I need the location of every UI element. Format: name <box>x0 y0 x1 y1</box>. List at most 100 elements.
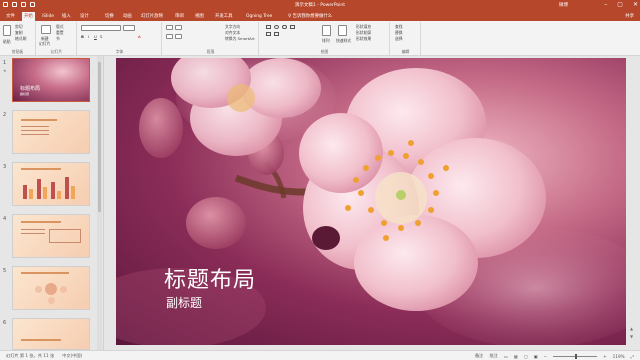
tell-me-search[interactable]: ♀ 告诉我你想要做什么 <box>286 12 334 21</box>
dark-bud <box>312 226 340 250</box>
tab-animations[interactable]: 动画 <box>121 12 134 21</box>
smartart-button[interactable]: 转换为 SmartArt <box>225 36 255 42</box>
rectangle-shape-icon[interactable] <box>266 25 271 29</box>
slide-title[interactable]: 标题布局 <box>164 262 256 294</box>
slide-canvas[interactable]: 标题布局 副标题 <box>116 58 626 345</box>
tab-view[interactable]: 视图 <box>193 12 206 21</box>
animation-star-icon: ★ <box>3 68 7 73</box>
underline-button[interactable]: U <box>94 34 97 39</box>
notes-button[interactable]: 备注 <box>475 353 483 359</box>
window-controls: – ▢ ✕ <box>604 1 638 8</box>
upper-flower <box>171 58 321 156</box>
bud <box>186 197 246 249</box>
tab-design[interactable]: 设计 <box>78 12 91 21</box>
thumbnail-scroll-thumb[interactable] <box>98 62 101 212</box>
slide-scrollbar[interactable]: ▲ ▼ <box>629 56 637 350</box>
language-indicator[interactable]: 中文(中国) <box>62 353 82 359</box>
thumb-subtitle-1: 副标题 <box>20 92 30 96</box>
triangle-shape-icon[interactable] <box>274 32 279 36</box>
bud <box>139 98 183 158</box>
tab-ogning-tree[interactable]: Ogning Tree <box>244 12 274 21</box>
tab-developer[interactable]: 开发工具 <box>213 12 235 21</box>
minimize-button[interactable]: – <box>604 1 607 8</box>
window-title: 演示文稿1 - PowerPoint <box>294 3 346 8</box>
slide-thumbnail-6[interactable] <box>12 318 90 350</box>
group-editing: 查找 替换 选择 编辑 <box>391 22 421 55</box>
reading-view-icon[interactable]: ▢ <box>524 354 528 359</box>
slide-sorter-icon[interactable]: ▦ <box>514 354 518 359</box>
align-center-icon[interactable] <box>175 34 182 39</box>
group-label-editing: 编辑 <box>401 49 410 54</box>
ribbon: 粘贴 剪切 复制 格式刷 剪贴板 新建 幻灯片 版式 重置 节 幻灯片 B I … <box>0 21 640 56</box>
align-left-icon[interactable] <box>166 34 173 39</box>
paste-label[interactable]: 粘贴 <box>3 39 11 45</box>
tab-transitions[interactable]: 切换 <box>103 12 116 21</box>
tab-islide[interactable]: iSlide <box>40 12 56 21</box>
scroll-down-icon[interactable]: ▼ <box>630 334 633 339</box>
slide-subtitle[interactable]: 副标题 <box>166 294 202 311</box>
account-name[interactable]: 微博 <box>559 2 568 8</box>
italic-button[interactable]: I <box>88 34 89 39</box>
line-shape-icon[interactable] <box>290 25 295 29</box>
new-slide-icon[interactable] <box>41 25 51 34</box>
group-drawing: 排列 快速样式 形状填充 形状轮廓 形状效果 绘图 <box>260 22 390 55</box>
rounded-rect-shape-icon[interactable] <box>282 25 287 29</box>
font-name-select[interactable] <box>81 25 121 31</box>
title-bar: 演示文稿1 - PowerPoint 微博 – ▢ ✕ <box>0 0 640 11</box>
arrange-icon[interactable] <box>322 25 331 36</box>
tab-insert[interactable]: 插入 <box>60 12 73 21</box>
zoom-out-button[interactable]: − <box>544 354 548 359</box>
tab-file[interactable]: 文件 <box>4 12 17 21</box>
tab-home[interactable]: 开始 <box>22 12 35 21</box>
zoom-level[interactable]: 119% <box>613 354 625 359</box>
thumb-number-4: 4 <box>3 216 7 222</box>
ribbon-tabs: 文件 开始 iSlide 插入 设计 切换 动画 幻灯片放映 审阅 视图 开发工… <box>0 11 640 21</box>
pistil <box>396 190 406 200</box>
section-button[interactable]: 节 <box>56 36 60 42</box>
zoom-slider[interactable] <box>553 353 598 359</box>
quick-styles-icon[interactable] <box>338 25 347 36</box>
arrow-shape-icon[interactable] <box>266 32 271 36</box>
shadow-button[interactable]: S <box>100 34 102 39</box>
shape-effects-button[interactable]: 形状效果 <box>356 36 371 42</box>
format-painter-button[interactable]: 格式刷 <box>15 36 26 42</box>
zoom-knob[interactable] <box>575 353 578 359</box>
quick-styles-label[interactable]: 快速样式 <box>336 38 351 44</box>
bold-button[interactable]: B <box>81 34 84 39</box>
group-label-font: 字体 <box>115 49 124 54</box>
paste-icon[interactable] <box>3 25 11 36</box>
oval-shape-icon[interactable] <box>274 25 279 29</box>
select-button[interactable]: 选择 <box>395 36 403 42</box>
arrange-label[interactable]: 排列 <box>322 38 330 44</box>
font-size-select[interactable] <box>123 25 135 31</box>
slide-thumbnail-pane: 1 ★ 标题布局 副标题 2 3 4 5 6 <box>0 56 104 350</box>
thumb-number-5: 5 <box>3 268 7 274</box>
slide-thumbnail-1[interactable]: 标题布局 副标题 <box>12 58 90 102</box>
powerpoint-window: 演示文稿1 - PowerPoint 微博 – ▢ ✕ 文件 开始 iSlide… <box>0 0 640 360</box>
close-button[interactable]: ✕ <box>633 1 638 8</box>
font-color-button[interactable]: A <box>138 34 141 39</box>
slide-thumbnail-2[interactable] <box>12 110 90 154</box>
zoom-in-button[interactable]: + <box>603 354 607 359</box>
restore-button[interactable]: ▢ <box>617 1 623 8</box>
numbering-icon[interactable] <box>175 25 182 30</box>
thumb-number-1: 1 <box>3 60 7 66</box>
tab-slideshow[interactable]: 幻灯片放映 <box>139 12 165 21</box>
comments-button[interactable]: 批注 <box>489 353 497 359</box>
share-button[interactable]: 共享 <box>625 12 634 21</box>
slideshow-icon[interactable]: ▣ <box>534 354 538 359</box>
normal-view-icon[interactable]: ▭ <box>504 354 508 359</box>
thumbnail-scrollbar[interactable] <box>97 56 102 350</box>
slide-thumbnail-4[interactable] <box>12 214 90 258</box>
slide-thumbnail-5[interactable] <box>12 266 90 310</box>
scroll-up-icon[interactable]: ▲ <box>630 326 633 331</box>
fit-to-window-icon[interactable]: ⤢ <box>631 354 634 359</box>
slide-count: 幻灯片 第 1 张，共 11 张 <box>6 353 55 358</box>
thumb-number-6: 6 <box>3 320 7 326</box>
bullets-icon[interactable] <box>166 25 173 30</box>
thumb-title-1: 标题布局 <box>20 86 41 92</box>
new-slide-sublabel: 幻灯片 <box>39 41 51 46</box>
slide-thumbnail-3[interactable] <box>12 162 90 206</box>
group-label-paragraph: 段落 <box>206 49 215 54</box>
tab-review[interactable]: 审阅 <box>173 12 186 21</box>
